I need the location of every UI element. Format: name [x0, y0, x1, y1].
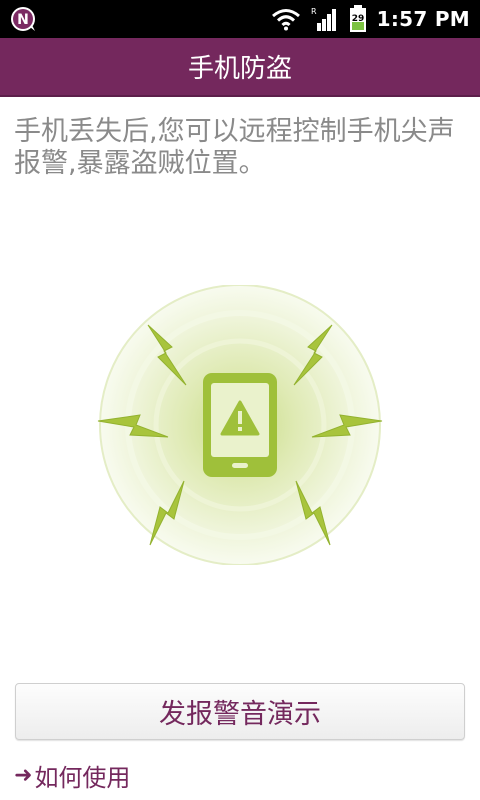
alarming-phone-icon — [97, 285, 383, 565]
wifi-icon — [271, 9, 300, 31]
arrow-right-icon: ➜ — [14, 763, 33, 788]
page-title: 手机防盗 — [187, 54, 292, 84]
signal-icon: R — [311, 7, 336, 31]
status-bar: N R 29 1:57 PM — [0, 0, 480, 38]
alarm-demo-button[interactable]: 发报警音演示 — [15, 683, 465, 740]
app-n-icon: N — [11, 7, 35, 31]
how-to-use-label: 如何使用 — [34, 764, 131, 792]
battery-level-text: 29 — [351, 14, 364, 24]
status-time: 1:57 PM — [376, 7, 470, 31]
svg-text:N: N — [17, 12, 29, 28]
title-bar: 手机防盗 — [0, 38, 480, 97]
feature-description: 手机丢失后,您可以远程控制手机尖声报警,暴露盗贼位置。 — [14, 116, 455, 179]
how-to-use-link[interactable]: ➜ 如何使用 — [14, 758, 130, 793]
alarm-demo-button-label: 发报警音演示 — [159, 699, 321, 730]
signal-roaming-label: R — [311, 7, 317, 16]
battery-icon: 29 — [349, 5, 366, 32]
